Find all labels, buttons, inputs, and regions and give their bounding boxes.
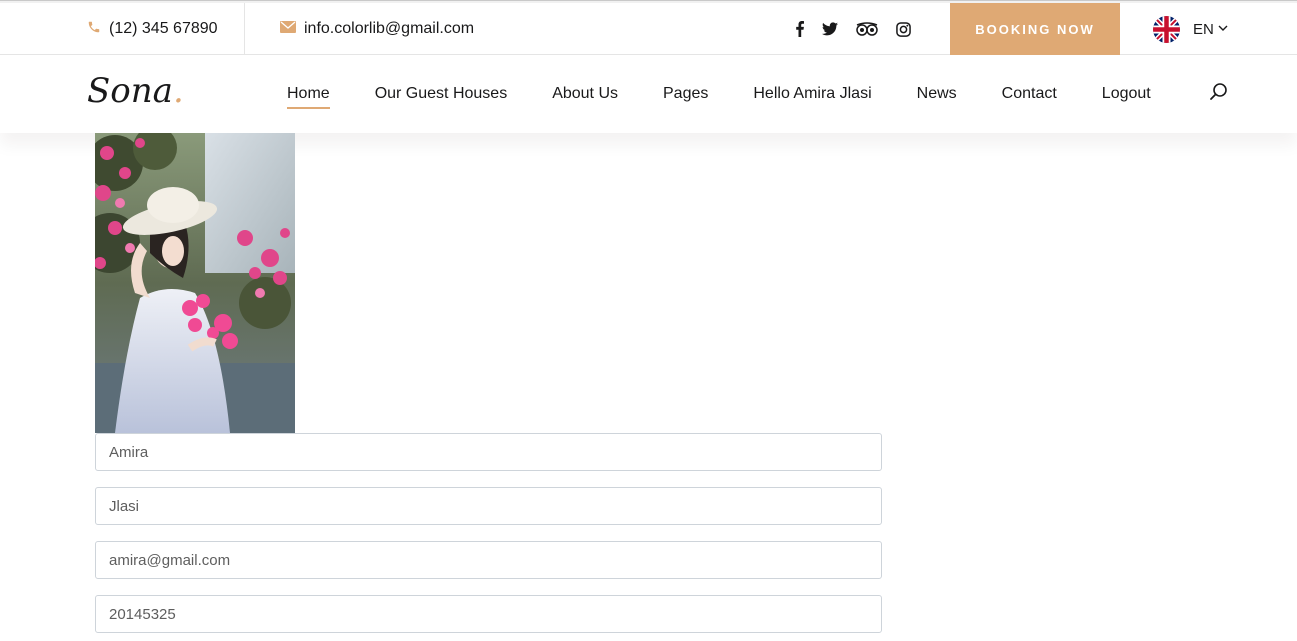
- phone-number: (12) 345 67890: [109, 20, 218, 37]
- main-header: Sona. Home Our Guest Houses About Us Pag…: [0, 55, 1297, 133]
- email-field[interactable]: [95, 541, 882, 579]
- instagram-icon[interactable]: [896, 19, 911, 39]
- tripadvisor-icon[interactable]: [856, 19, 878, 39]
- envelope-icon: [280, 20, 296, 38]
- contact-phone: (12) 345 67890: [87, 3, 218, 55]
- topbar-divider: [244, 3, 245, 55]
- first-name-field[interactable]: [95, 433, 882, 471]
- main-nav: Home Our Guest Houses About Us Pages Hel…: [287, 55, 1196, 133]
- uk-flag-icon: [1153, 15, 1180, 43]
- logo-text: Sona: [87, 71, 173, 111]
- search-icon[interactable]: [1208, 81, 1230, 103]
- profile-photo: [95, 133, 295, 433]
- nav-news[interactable]: News: [917, 85, 957, 103]
- nav-about-us[interactable]: About Us: [552, 85, 618, 103]
- contact-email: info.colorlib@gmail.com: [280, 3, 474, 55]
- language-selector[interactable]: EN: [1153, 3, 1228, 55]
- facebook-icon[interactable]: [796, 19, 804, 39]
- nav-pages[interactable]: Pages: [663, 85, 708, 103]
- nav-home[interactable]: Home: [287, 85, 330, 109]
- nav-user-greeting[interactable]: Hello Amira Jlasi: [753, 85, 871, 103]
- top-bar: (12) 345 67890 info.colorlib@gmail.com B…: [0, 3, 1297, 55]
- email-address[interactable]: info.colorlib@gmail.com: [304, 20, 474, 38]
- phone-field[interactable]: [95, 595, 882, 633]
- nav-our-guest-houses[interactable]: Our Guest Houses: [375, 85, 508, 103]
- logo-dot: .: [172, 71, 184, 111]
- twitter-icon[interactable]: [822, 19, 838, 39]
- chevron-down-icon: [1218, 23, 1228, 35]
- phone-icon: [87, 20, 101, 39]
- nav-contact[interactable]: Contact: [1002, 85, 1057, 103]
- language-label: EN: [1193, 20, 1214, 38]
- last-name-field[interactable]: [95, 487, 882, 525]
- site-logo[interactable]: Sona.: [87, 71, 184, 111]
- booking-now-button[interactable]: BOOKING NOW: [950, 3, 1120, 55]
- nav-logout[interactable]: Logout: [1102, 85, 1151, 103]
- social-links: [796, 3, 929, 55]
